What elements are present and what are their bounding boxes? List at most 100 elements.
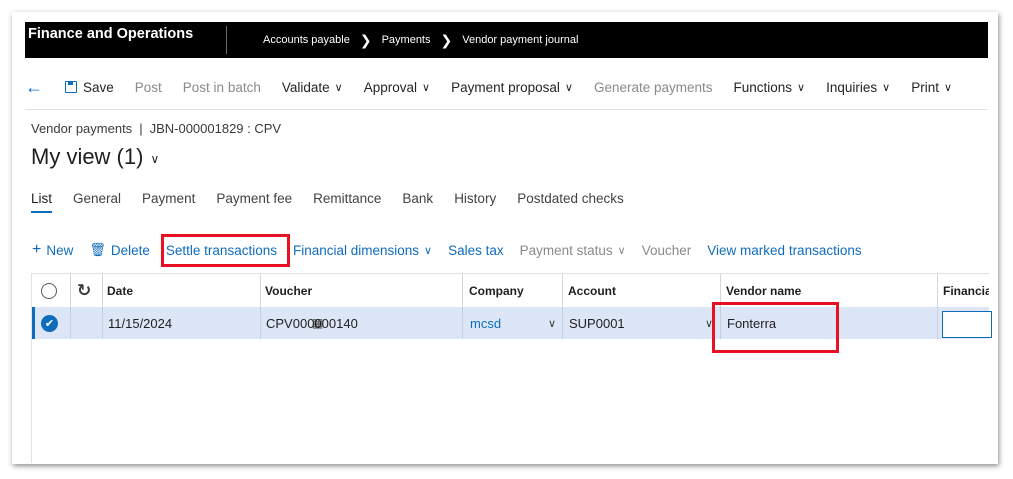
- voucher-button[interactable]: Voucher: [642, 243, 692, 258]
- app-title[interactable]: Finance and Operations: [28, 26, 193, 42]
- save-button[interactable]: Save: [65, 80, 114, 95]
- print-menu[interactable]: Print ∨: [911, 80, 952, 95]
- delete-button[interactable]: 🗑︎ Delete: [89, 242, 150, 258]
- top-nav-bar: Finance and Operations Accounts payable …: [25, 22, 988, 58]
- post-in-batch-button[interactable]: Post in batch: [183, 80, 261, 95]
- column-divider: [937, 274, 938, 307]
- page-title: My view (1): [31, 144, 144, 169]
- payment-status-menu[interactable]: Payment status ∨: [520, 243, 626, 258]
- save-label: Save: [83, 79, 114, 95]
- account-value: SUP0001: [569, 315, 625, 331]
- refresh-icon[interactable]: ↻: [77, 281, 91, 301]
- select-all-cell[interactable]: [41, 274, 61, 307]
- tab-list[interactable]: List: [31, 191, 53, 213]
- action-pane-divider: [25, 109, 988, 110]
- column-divider: [562, 307, 563, 339]
- page-breadcrumb: Vendor payments | JBN-000001829 : CPV: [31, 121, 281, 136]
- refresh-cell[interactable]: ↻: [77, 274, 99, 307]
- save-icon: [65, 81, 77, 93]
- chevron-down-icon: ∨: [943, 81, 953, 94]
- tab-remittance[interactable]: Remittance: [313, 191, 381, 213]
- chevron-down-icon: ∨: [334, 81, 343, 94]
- table-row[interactable]: ✔ 11/15/2024 ▦ CPV000000140 mcsd ∨ SUP00…: [32, 307, 992, 339]
- chevron-down-icon: ∨: [564, 81, 573, 94]
- column-header-voucher[interactable]: Voucher: [265, 274, 455, 307]
- new-button[interactable]: + New: [32, 241, 73, 259]
- row-select-cell[interactable]: ✔: [41, 307, 61, 339]
- validate-menu[interactable]: Validate ∨: [282, 80, 343, 95]
- inquiries-label: Inquiries: [826, 79, 878, 95]
- approval-label: Approval: [363, 79, 417, 95]
- cell-voucher[interactable]: CPV000000140: [266, 307, 456, 339]
- delete-label: Delete: [110, 242, 150, 258]
- column-divider: [102, 274, 103, 307]
- column-header-vendor-name[interactable]: Vendor name: [726, 274, 926, 307]
- tab-bank[interactable]: Bank: [402, 191, 433, 213]
- select-all-radio[interactable]: [41, 282, 57, 299]
- chevron-down-icon[interactable]: ∨: [705, 317, 713, 330]
- tab-payment-fee[interactable]: Payment fee: [216, 191, 292, 213]
- breadcrumb-vendor-payments[interactable]: Vendor payments: [31, 121, 132, 136]
- payment-proposal-menu[interactable]: Payment proposal ∨: [451, 80, 573, 95]
- column-divider: [70, 307, 71, 339]
- generate-payments-button[interactable]: Generate payments: [594, 80, 713, 95]
- tab-history[interactable]: History: [454, 191, 496, 213]
- approval-menu[interactable]: Approval ∨: [364, 80, 430, 95]
- payment-status-label: Payment status: [519, 242, 613, 258]
- app-window: Finance and Operations Accounts payable …: [12, 12, 998, 464]
- cell-vendor-name[interactable]: Fonterra: [727, 307, 927, 339]
- company-link[interactable]: mcsd: [470, 316, 501, 331]
- tab-postdated-checks[interactable]: Postdated checks: [517, 191, 624, 213]
- chevron-down-icon: ∨: [797, 81, 806, 94]
- print-label: Print: [911, 79, 939, 95]
- column-divider: [462, 307, 463, 339]
- tab-general[interactable]: General: [73, 191, 121, 213]
- nav-separator: [226, 26, 227, 54]
- date-value: 11/15/2024: [108, 315, 173, 331]
- settle-transactions-button[interactable]: Settle transactions: [166, 243, 277, 258]
- chevron-right-icon: ❯: [440, 31, 453, 48]
- post-button[interactable]: Post: [135, 80, 162, 95]
- plus-icon: +: [32, 241, 42, 258]
- column-header-company[interactable]: Company: [469, 274, 559, 307]
- functions-label: Functions: [733, 79, 793, 95]
- cell-company[interactable]: mcsd ∨: [470, 307, 560, 339]
- back-arrow-icon[interactable]: ←: [25, 77, 43, 98]
- view-marked-transactions-button[interactable]: View marked transactions: [707, 243, 861, 258]
- column-header-financial[interactable]: Financial: [943, 274, 989, 307]
- chevron-down-icon: ∨: [422, 81, 431, 94]
- cell-date[interactable]: 11/15/2024 ▦: [108, 307, 323, 339]
- view-selector[interactable]: My view (1) ∨: [31, 144, 159, 170]
- chevron-down-icon: ∨: [882, 81, 891, 94]
- column-divider: [937, 307, 938, 339]
- column-divider: [462, 274, 463, 307]
- action-pane: ← Save Post Post in batch Validate ∨ App…: [25, 72, 988, 102]
- chevron-down-icon: ∨: [150, 152, 160, 166]
- chevron-down-icon: ∨: [424, 244, 433, 257]
- financial-dimensions-menu[interactable]: Financial dimensions ∨: [293, 243, 432, 258]
- grid-header: ↻ Date Voucher Company Account Vendor na…: [32, 273, 989, 308]
- column-header-account[interactable]: Account: [568, 274, 718, 307]
- breadcrumb-vendor-payment-journal[interactable]: Vendor payment journal: [462, 34, 578, 46]
- financial-input[interactable]: [942, 311, 992, 338]
- tab-strip: List General Payment Payment fee Remitta…: [31, 191, 645, 213]
- grid-action-bar: + New 🗑︎ Delete Settle transactions Fina…: [32, 239, 878, 261]
- column-header-date[interactable]: Date: [107, 274, 257, 307]
- breadcrumb-accounts-payable[interactable]: Accounts payable: [263, 34, 350, 46]
- breadcrumb-payments[interactable]: Payments: [382, 34, 431, 46]
- financial-dimensions-label: Financial dimensions: [292, 242, 420, 258]
- chevron-right-icon: ❯: [359, 31, 372, 48]
- chevron-down-icon[interactable]: ∨: [548, 317, 556, 330]
- cell-account[interactable]: SUP0001 ∨: [569, 307, 717, 339]
- checkmark-icon[interactable]: ✔: [41, 314, 58, 332]
- column-divider: [70, 274, 71, 307]
- tab-payment[interactable]: Payment: [142, 191, 195, 213]
- trash-icon: 🗑︎: [89, 242, 106, 257]
- sales-tax-button[interactable]: Sales tax: [448, 243, 504, 258]
- payments-grid: ↻ Date Voucher Company Account Vendor na…: [31, 273, 992, 463]
- inquiries-menu[interactable]: Inquiries ∨: [826, 80, 890, 95]
- chevron-down-icon: ∨: [617, 244, 626, 257]
- functions-menu[interactable]: Functions ∨: [734, 80, 806, 95]
- column-divider: [260, 274, 261, 307]
- column-divider: [720, 274, 721, 307]
